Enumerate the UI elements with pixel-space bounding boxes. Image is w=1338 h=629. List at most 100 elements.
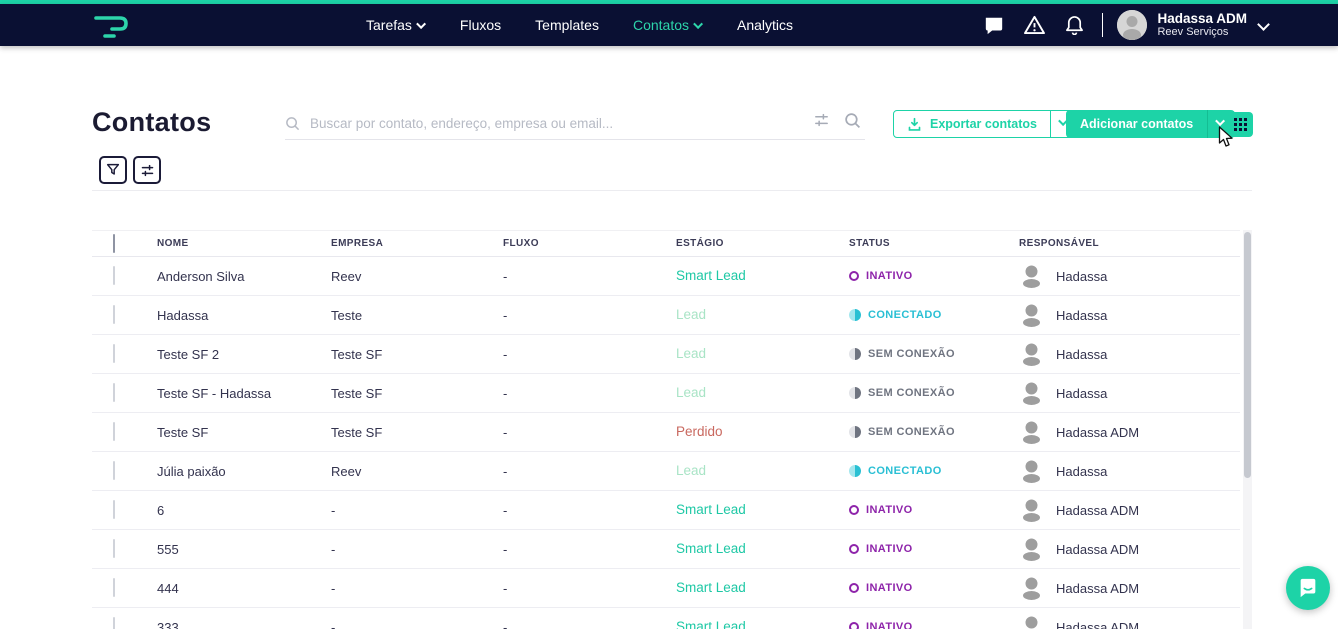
status-label: INATIVO	[866, 582, 913, 594]
status-badge: INATIVO	[849, 582, 1019, 594]
row-checkbox[interactable]	[113, 305, 115, 324]
stage-label: Lead	[676, 385, 707, 400]
search-input[interactable]	[310, 116, 865, 131]
chat-widget-icon	[1300, 578, 1316, 598]
cell-nome[interactable]: 6	[157, 503, 331, 518]
stage-label: Perdido	[676, 424, 723, 439]
grid-view-icon	[1234, 118, 1247, 131]
nav-item-fluxos[interactable]: Fluxos	[460, 17, 501, 33]
select-all-checkbox[interactable]	[113, 233, 115, 253]
bell-icon[interactable]	[1054, 15, 1094, 35]
status-badge: SEM CONEXÃO	[849, 387, 1019, 399]
cell-nome[interactable]: Júlia paixão	[157, 464, 331, 479]
nav-item-label: Templates	[535, 17, 599, 33]
column-header-responsavel[interactable]: RESPONSÁVEL	[1019, 238, 1240, 249]
stage-label: Smart Lead	[676, 580, 746, 595]
stage-label: Smart Lead	[676, 502, 746, 517]
cell-nome[interactable]: 444	[157, 581, 331, 596]
export-contacts-label: Exportar contatos	[930, 117, 1037, 131]
table-body: Anderson Silva Reev - Smart Lead INATIVO Hada…	[92, 257, 1240, 629]
advanced-filter-icon[interactable]	[813, 112, 830, 129]
cell-empresa: Teste SF	[331, 385, 383, 401]
table-row[interactable]: 444- - Smart Lead INATIVO Hadassa ADM	[92, 569, 1240, 608]
column-header-estagio[interactable]: ESTÁGIO	[676, 238, 849, 249]
nav-item-templates[interactable]: Templates	[535, 17, 599, 33]
chat-widget-button[interactable]	[1286, 566, 1330, 610]
avatar	[1023, 499, 1040, 522]
cell-nome[interactable]: Teste SF 2	[157, 347, 331, 362]
export-contacts-split-button: Exportar contatos	[893, 110, 1080, 138]
row-checkbox[interactable]	[113, 266, 115, 285]
cell-nome[interactable]: Teste SF	[157, 425, 331, 440]
status-badge: INATIVO	[849, 504, 1019, 516]
owner-name: Hadassa ADM	[1056, 619, 1140, 629]
sliders-filter-button[interactable]	[133, 156, 161, 184]
row-checkbox[interactable]	[113, 539, 115, 558]
table-row[interactable]: Teste SF Teste SF - Perdido SEM CONEXÃO Hadas…	[92, 413, 1240, 452]
table-row[interactable]: Teste SF - Hadassa Teste SF - Lead SEM CONEX…	[92, 374, 1240, 413]
cell-empresa: -	[331, 502, 336, 518]
row-checkbox[interactable]	[113, 500, 115, 519]
cell-empresa: -	[331, 619, 336, 629]
status-badge: SEM CONEXÃO	[849, 426, 1019, 438]
table-row[interactable]: 555- - Smart Lead INATIVO Hadassa ADM	[92, 530, 1240, 569]
table-row[interactable]: 6- - Smart Lead INATIVO Hadassa ADM	[92, 491, 1240, 530]
row-checkbox[interactable]	[113, 344, 115, 363]
user-info[interactable]: Hadassa ADM Reev Serviços	[1157, 11, 1247, 39]
column-header-fluxo[interactable]: FLUXO	[503, 238, 676, 249]
reev-logo[interactable]	[90, 8, 134, 42]
chat-icon[interactable]	[974, 15, 1014, 35]
cell-nome[interactable]: Anderson Silva	[157, 269, 331, 284]
column-header-nome[interactable]: NOME	[157, 238, 331, 249]
status-badge: INATIVO	[849, 621, 1019, 629]
column-header-status[interactable]: STATUS	[849, 238, 1019, 249]
user-menu-chevron-icon[interactable]	[1257, 17, 1270, 31]
export-contacts-button[interactable]: Exportar contatos	[894, 111, 1050, 137]
row-checkbox[interactable]	[113, 578, 115, 597]
search-submit-icon[interactable]	[844, 112, 861, 129]
status-badge: SEM CONEXÃO	[849, 348, 1019, 360]
cell-nome[interactable]: Hadassa	[157, 308, 331, 323]
column-header-empresa[interactable]: EMPRESA	[331, 238, 503, 249]
owner-name: Hadassa	[1056, 268, 1108, 284]
owner-name: Hadassa ADM	[1056, 580, 1140, 596]
cell-nome[interactable]: Teste SF - Hadassa	[157, 386, 331, 401]
grid-view-button[interactable]	[1228, 112, 1253, 137]
table-row[interactable]: 333- - Smart Lead INATIVO Hadassa ADM	[92, 608, 1240, 629]
nav-item-analytics[interactable]: Analytics	[737, 17, 793, 33]
table-header-row: NOME EMPRESA FLUXO ESTÁGIO STATUS RESPON…	[92, 230, 1240, 257]
chevron-down-icon	[416, 18, 426, 29]
table-row[interactable]: Anderson Silva Reev - Smart Lead INATIVO Hada…	[92, 257, 1240, 296]
table-scrollbar-thumb[interactable]	[1244, 232, 1251, 478]
cell-nome[interactable]: 333	[157, 620, 331, 629]
stage-label: Smart Lead	[676, 268, 746, 283]
contacts-table: NOME EMPRESA FLUXO ESTÁGIO STATUS RESPON…	[92, 230, 1240, 629]
nav-item-tarefas[interactable]: Tarefas	[366, 17, 426, 33]
status-label: SEM CONEXÃO	[868, 426, 955, 438]
cell-nome[interactable]: 555	[157, 542, 331, 557]
table-row[interactable]: Hadassa Teste - Lead CONECTADO Hadassa	[92, 296, 1240, 335]
cell-fluxo: -	[503, 307, 508, 323]
table-row[interactable]: Teste SF 2 Teste SF - Lead SEM CONEXÃO Hadass…	[92, 335, 1240, 374]
cell-fluxo: -	[503, 619, 508, 629]
status-icon	[849, 544, 859, 554]
download-icon	[908, 117, 921, 131]
funnel-filter-icon	[106, 163, 120, 175]
cell-fluxo: -	[503, 541, 508, 557]
cell-fluxo: -	[503, 580, 508, 596]
stage-label: Lead	[676, 463, 707, 478]
avatar	[1023, 343, 1040, 366]
user-avatar[interactable]	[1117, 10, 1148, 40]
alert-icon[interactable]	[1014, 15, 1054, 35]
table-row[interactable]: Júlia paixão Reev - Lead CONECTADO Hadassa	[92, 452, 1240, 491]
status-label: INATIVO	[866, 270, 913, 282]
cell-fluxo: -	[503, 346, 508, 362]
row-checkbox[interactable]	[113, 461, 115, 480]
row-checkbox[interactable]	[113, 422, 115, 441]
row-checkbox[interactable]	[113, 617, 115, 629]
status-label: SEM CONEXÃO	[868, 348, 955, 360]
row-checkbox[interactable]	[113, 383, 115, 402]
nav-item-contatos[interactable]: Contatos	[633, 17, 704, 33]
add-contacts-button[interactable]: Adicionar contatos	[1066, 110, 1207, 138]
funnel-filter-button[interactable]	[99, 156, 127, 184]
